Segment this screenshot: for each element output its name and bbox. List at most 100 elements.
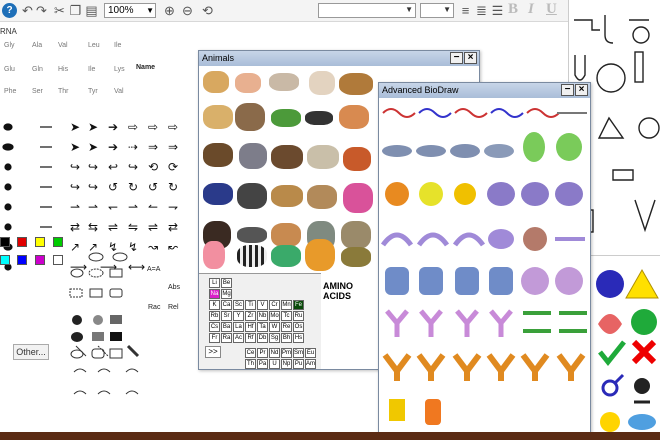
rel-label[interactable]: Rel: [168, 304, 179, 312]
rna-label[interactable]: RNA: [0, 28, 17, 36]
rotate-icon[interactable]: ⟲: [200, 3, 215, 18]
element-y[interactable]: Y: [233, 311, 244, 321]
element-ac[interactable]: Ac: [233, 333, 244, 343]
amino-gly[interactable]: Gly: [4, 42, 15, 50]
paste-icon[interactable]: ▤: [84, 3, 99, 18]
color-swatch-black[interactable]: [0, 237, 10, 247]
animal-rabbit[interactable]: [309, 71, 335, 95]
close-icon[interactable]: ×: [575, 84, 588, 96]
symbol-icons[interactable]: [590, 256, 660, 436]
element-re[interactable]: Re: [281, 322, 292, 332]
element-am[interactable]: Am: [305, 359, 316, 369]
element-pa[interactable]: Pa: [257, 359, 268, 369]
animal-tiger[interactable]: [305, 239, 335, 271]
amino-gln[interactable]: Gln: [32, 66, 43, 74]
amino-val[interactable]: Val: [58, 42, 68, 50]
minimize-icon[interactable]: −: [561, 84, 574, 96]
element-be[interactable]: Be: [221, 278, 232, 288]
cut-icon[interactable]: ✂: [52, 3, 67, 18]
element-rb[interactable]: Rb: [209, 311, 220, 321]
element-fe[interactable]: Fe: [293, 300, 304, 310]
element-hf[interactable]: Hf: [245, 322, 256, 332]
bold-icon[interactable]: B: [508, 1, 518, 18]
font-select[interactable]: ▼: [318, 3, 416, 18]
element-bh[interactable]: Bh: [281, 333, 292, 343]
element-ba[interactable]: Ba: [221, 322, 232, 332]
biodraw-shapes-grid[interactable]: [379, 99, 591, 439]
help-icon[interactable]: ?: [2, 3, 17, 18]
animal-lion[interactable]: [271, 185, 303, 207]
animals-window-titlebar[interactable]: Animals: [199, 51, 479, 66]
element-zr[interactable]: Zr: [245, 311, 256, 321]
element-w[interactable]: W: [269, 322, 280, 332]
abs-label[interactable]: Abs: [168, 284, 180, 292]
animal-deer[interactable]: [307, 185, 337, 209]
element-pu[interactable]: Pu: [293, 359, 304, 369]
element-k[interactable]: K: [209, 300, 220, 310]
element-rf[interactable]: Rf: [245, 333, 256, 343]
animal-donkey[interactable]: [235, 103, 265, 131]
element-fr[interactable]: Fr: [209, 333, 220, 343]
element-db[interactable]: Db: [257, 333, 268, 343]
element-v[interactable]: V: [257, 300, 268, 310]
amino-ala[interactable]: Ala: [32, 42, 42, 50]
undo-icon[interactable]: ↶: [20, 3, 35, 18]
animal-bison[interactable]: [271, 145, 303, 169]
animal-monkey[interactable]: [339, 73, 373, 95]
center-icon[interactable]: ☰: [490, 3, 505, 18]
amino-leu[interactable]: Leu: [88, 42, 100, 50]
element-sr[interactable]: Sr: [221, 311, 232, 321]
element-ra[interactable]: Ra: [221, 333, 232, 343]
biodraw-window-titlebar[interactable]: Advanced BioDraw: [379, 83, 590, 98]
element-ta[interactable]: Ta: [257, 322, 268, 332]
element-hs[interactable]: Hs: [293, 333, 304, 343]
element-ce[interactable]: Ce: [245, 348, 256, 358]
italic-icon[interactable]: I: [528, 1, 534, 18]
animal-gerbil[interactable]: [235, 73, 261, 93]
bond-label-aa[interactable]: A=A: [147, 266, 160, 274]
copy-icon[interactable]: ❐: [68, 3, 83, 18]
amino-ile2[interactable]: Ile: [88, 66, 95, 74]
animal-eagle[interactable]: [203, 143, 233, 167]
zoom-in-icon[interactable]: ⊕: [162, 3, 177, 18]
animal-turtle[interactable]: [271, 245, 301, 267]
animal-bat[interactable]: [305, 111, 333, 125]
bracket-tools-grid[interactable]: [0, 342, 190, 422]
element-ti[interactable]: Ti: [245, 300, 256, 310]
rac-label[interactable]: Rac: [148, 304, 160, 312]
element-na[interactable]: Na: [209, 289, 220, 299]
color-swatch-yellow[interactable]: [35, 237, 45, 247]
element-sc[interactable]: Sc: [233, 300, 244, 310]
animal-pigeon[interactable]: [239, 143, 267, 169]
element-sg[interactable]: Sg: [269, 333, 280, 343]
element-eu[interactable]: Eu: [305, 348, 316, 358]
element-tc[interactable]: Tc: [281, 311, 292, 321]
zoom-select[interactable]: 100% ▼: [104, 3, 156, 18]
expand-periodic-button[interactable]: >>: [205, 346, 221, 358]
amino-ile[interactable]: Ile: [114, 42, 121, 50]
element-mn[interactable]: Mn: [281, 300, 292, 310]
zoom-out-icon[interactable]: ⊖: [180, 3, 195, 18]
animal-hamster[interactable]: [203, 71, 229, 93]
element-os[interactable]: Os: [293, 322, 304, 332]
amino-lys[interactable]: Lys: [114, 66, 125, 74]
underline-icon[interactable]: U: [546, 1, 557, 18]
element-ca[interactable]: Ca: [221, 300, 232, 310]
animal-flamingo[interactable]: [203, 241, 225, 269]
redo-icon[interactable]: ↷: [34, 3, 49, 18]
animal-rat[interactable]: [269, 73, 299, 91]
element-u[interactable]: U: [269, 359, 280, 369]
element-nb[interactable]: Nb: [257, 311, 268, 321]
animal-porcupine[interactable]: [343, 183, 373, 213]
element-cr[interactable]: Cr: [269, 300, 280, 310]
element-sm[interactable]: Sm: [293, 348, 304, 358]
element-nd[interactable]: Nd: [269, 348, 280, 358]
element-mg[interactable]: Mg: [221, 289, 232, 299]
animal-sheep[interactable]: [203, 105, 233, 129]
amino-glu[interactable]: Glu: [4, 66, 15, 74]
close-icon[interactable]: ×: [464, 52, 477, 64]
align-icon[interactable]: ≡: [458, 3, 473, 18]
element-la[interactable]: La: [233, 322, 244, 332]
animal-zebra[interactable]: [237, 245, 267, 267]
amino-his[interactable]: His: [58, 66, 68, 74]
